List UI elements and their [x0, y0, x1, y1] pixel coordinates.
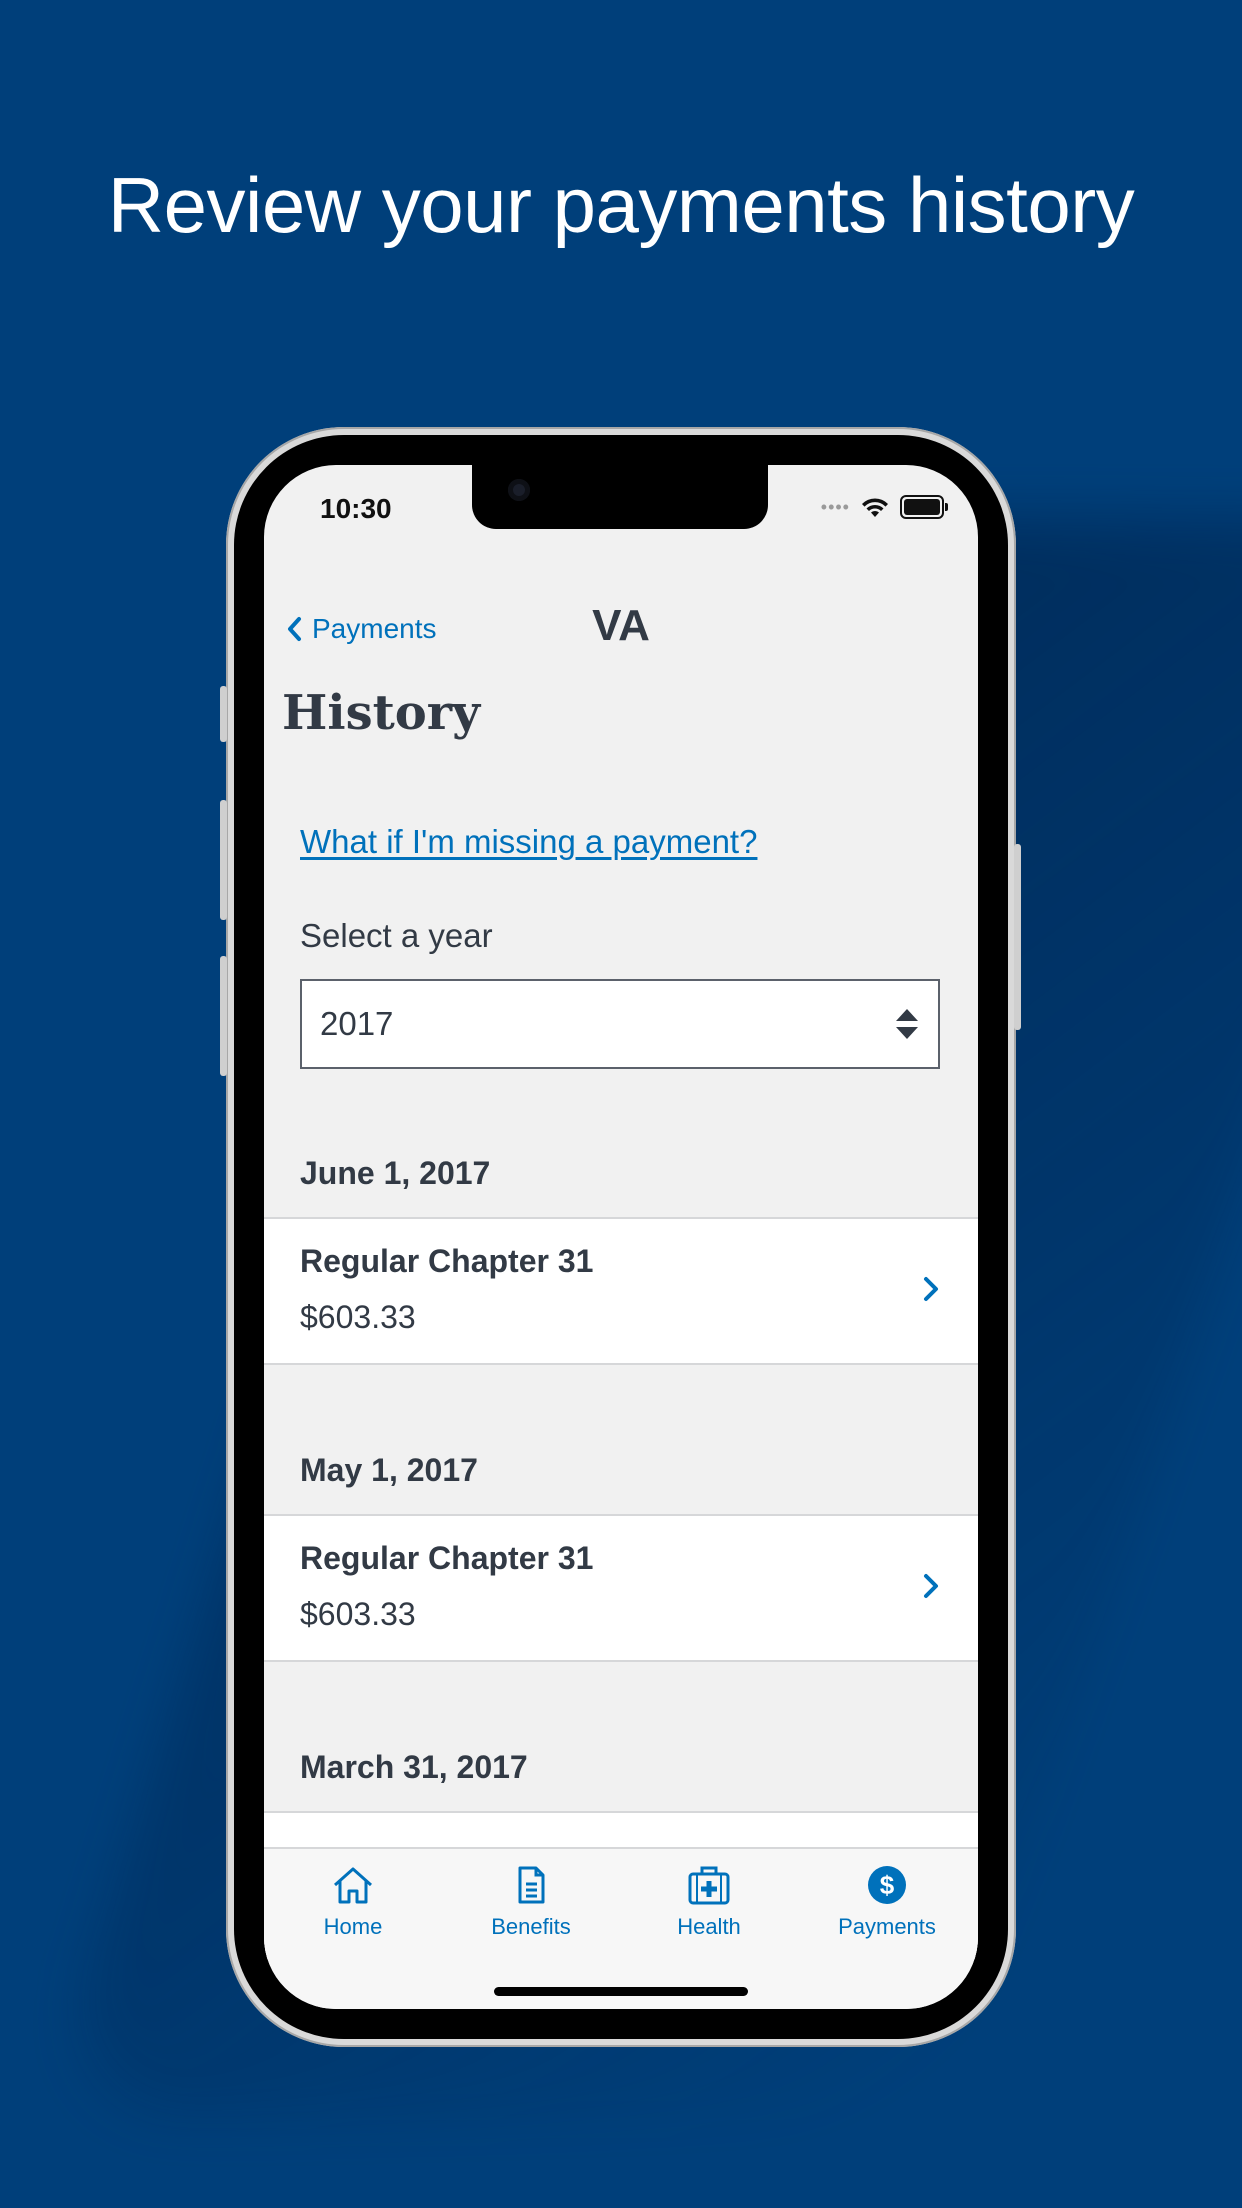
- payment-group-date: May 1, 2017: [300, 1452, 478, 1488]
- phone-volume-up-button: [220, 800, 227, 920]
- payment-row[interactable]: Regular Chapter 31 $603.33: [264, 1217, 978, 1365]
- year-select-label: Select a year: [300, 917, 493, 954]
- tab-health[interactable]: Health: [620, 1865, 798, 1940]
- payment-group-date: March 31, 2017: [300, 1749, 528, 1785]
- page-title: History: [282, 685, 480, 741]
- cellular-signal-icon: ••••: [820, 496, 850, 517]
- tab-home[interactable]: Home: [264, 1865, 442, 1940]
- tab-benefits[interactable]: Benefits: [442, 1865, 620, 1940]
- year-select[interactable]: 2017: [300, 979, 940, 1069]
- promo-headline: Review your payments history: [107, 161, 1135, 249]
- payment-amount: $603.33: [300, 1596, 416, 1632]
- payment-amount: $603.33: [300, 1299, 416, 1335]
- phone-screen: 10:30 •••• Payments VA History What if I…: [264, 465, 978, 2009]
- wifi-icon: [862, 498, 888, 517]
- document-icon: [518, 1866, 545, 1904]
- tab-home-label: Home: [323, 1914, 383, 1939]
- tab-benefits-label: Benefits: [491, 1914, 571, 1939]
- dollar-icon: $: [868, 1866, 906, 1904]
- front-camera-icon: [508, 479, 530, 501]
- year-select-value: 2017: [320, 1005, 394, 1042]
- payment-group-date: June 1, 2017: [300, 1155, 491, 1191]
- tab-payments[interactable]: $ Payments: [798, 1865, 976, 1940]
- notch: [472, 465, 768, 529]
- nav-title: VA: [592, 601, 650, 650]
- home-icon: [334, 1867, 372, 1904]
- tab-bar: Home Benefits Health $ Payments: [264, 1847, 978, 2009]
- missing-payment-link[interactable]: What if I'm missing a payment?: [300, 823, 757, 861]
- battery-icon: [900, 495, 948, 519]
- medical-kit-icon: [688, 1866, 730, 1905]
- phone-volume-down-button: [220, 956, 227, 1076]
- payment-title: Regular Chapter 31: [300, 1540, 594, 1576]
- tab-health-label: Health: [677, 1914, 741, 1939]
- tab-payments-label: Payments: [838, 1914, 936, 1939]
- chevron-right-icon: [924, 1277, 938, 1301]
- svg-text:$: $: [880, 1870, 895, 1900]
- phone-power-button: [1014, 844, 1021, 1030]
- status-time: 10:30: [320, 493, 392, 524]
- home-indicator[interactable]: [494, 1987, 748, 1996]
- payment-row[interactable]: Regular Chapter 31 $603.33: [264, 1514, 978, 1662]
- sort-arrows-icon: [896, 1009, 918, 1039]
- payment-title: Regular Chapter 31: [300, 1243, 594, 1279]
- phone-side-button: [220, 686, 227, 742]
- status-icons: ••••: [820, 495, 948, 519]
- chevron-right-icon: [924, 1574, 938, 1598]
